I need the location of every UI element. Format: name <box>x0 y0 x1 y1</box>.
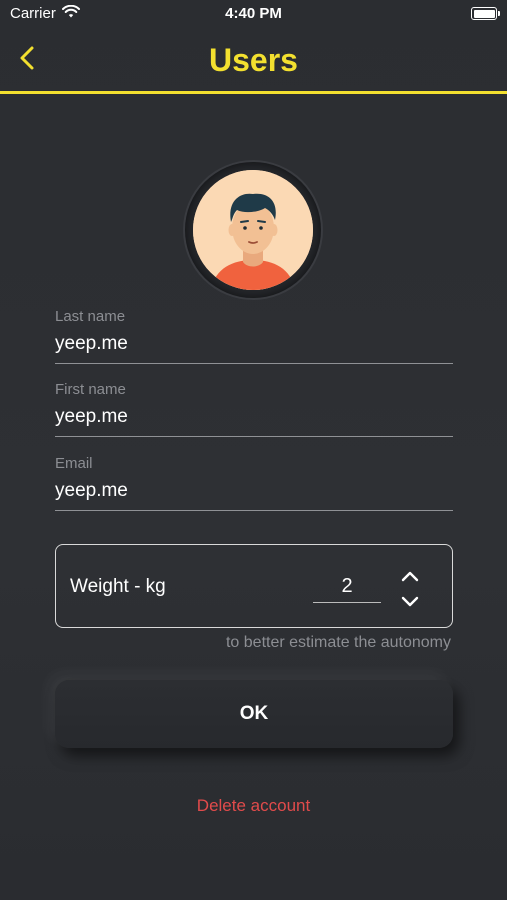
weight-stepper: Weight - kg 2 <box>55 544 453 628</box>
email-field[interactable]: Email yeep.me <box>55 455 453 511</box>
nav-bar: Users <box>0 28 507 92</box>
delete-account-link[interactable]: Delete account <box>0 796 507 816</box>
last-name-underline <box>55 363 453 364</box>
clock: 4:40 PM <box>225 5 282 22</box>
email-underline <box>55 510 453 511</box>
last-name-input[interactable]: yeep.me <box>55 333 453 357</box>
ok-button[interactable]: OK <box>55 680 453 748</box>
last-name-field[interactable]: Last name yeep.me <box>55 308 453 364</box>
last-name-label: Last name <box>55 308 126 325</box>
email-label: Email <box>55 455 93 472</box>
weight-label: Weight - kg <box>70 576 166 597</box>
status-bar: Carrier 4:40 PM <box>0 0 507 28</box>
page-title: Users <box>209 42 298 78</box>
weight-underline <box>313 602 381 603</box>
email-input[interactable]: yeep.me <box>55 480 453 504</box>
first-name-input[interactable]: yeep.me <box>55 406 453 430</box>
weight-input[interactable]: 2 <box>313 575 381 598</box>
first-name-label: First name <box>55 381 126 398</box>
first-name-underline <box>55 436 453 437</box>
header-divider <box>0 91 507 94</box>
weight-hint: to better estimate the autonomy <box>225 634 451 651</box>
avatar[interactable] <box>193 170 313 290</box>
battery-icon <box>471 7 500 20</box>
chevron-up-icon[interactable] <box>399 567 421 585</box>
first-name-field[interactable]: First name yeep.me <box>55 381 453 437</box>
chevron-down-icon[interactable] <box>399 593 421 611</box>
avatar-icon <box>193 170 313 290</box>
